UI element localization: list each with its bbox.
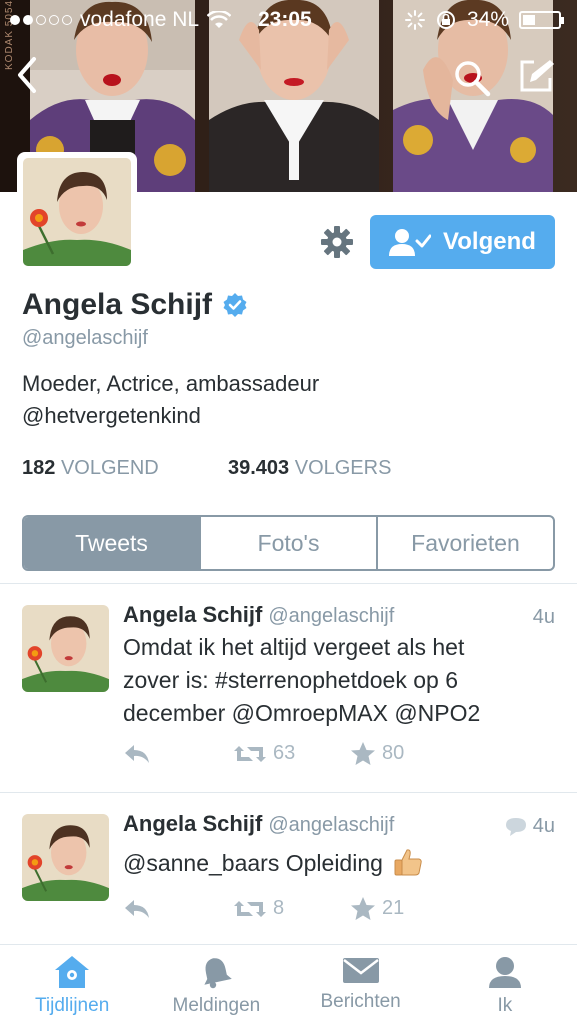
favorite-button[interactable]: 21: [350, 896, 404, 921]
tweet-actions: 8 21: [123, 896, 404, 921]
reply-icon: [125, 744, 149, 763]
retweet-icon: [234, 900, 266, 917]
retweet-count: 8: [273, 897, 285, 919]
reply-icon: [125, 899, 149, 918]
signal-dot: [36, 15, 46, 25]
retweet-count: 63: [273, 742, 296, 764]
envelope-icon: [342, 958, 379, 983]
retweet-button[interactable]: 63: [233, 742, 350, 765]
conversation-icon: [505, 817, 526, 836]
tweet-author: Angela Schijf @angelaschijf: [123, 602, 394, 628]
rotation-lock-icon: [436, 11, 455, 29]
tab-timelines[interactable]: Tijdlijnen: [0, 945, 144, 1024]
settings-button[interactable]: [319, 224, 355, 260]
tweet-time-text: 4u: [532, 815, 555, 837]
tweet-author-handle: @angelaschijf: [268, 605, 395, 627]
following-count: 182: [22, 457, 56, 479]
tweet-time-text: 4u: [532, 606, 555, 628]
signal-dot: [10, 15, 20, 25]
profile-handle: @angelaschijf: [22, 327, 148, 349]
bio-mention-link[interactable]: @hetvergetenkind: [22, 400, 552, 432]
tweet-text: Omdat ik het altijd vergeet als het zove…: [123, 631, 553, 730]
tweet-actions: 63 80: [123, 741, 404, 766]
favorite-count: 80: [382, 742, 405, 764]
compose-button[interactable]: [516, 56, 556, 96]
following-label: VOLGEND: [60, 457, 159, 479]
compose-icon: [520, 60, 554, 92]
search-button[interactable]: [452, 58, 492, 98]
profile-name: Angela Schijf: [22, 288, 248, 322]
signal-dot: [23, 15, 33, 25]
person-icon: [488, 957, 521, 988]
followers-count: 39.403: [228, 457, 290, 479]
bell-icon: [204, 958, 233, 989]
activity-spinner-icon: [404, 10, 425, 30]
tweet-text-line: @sanne_baars Opleiding: [123, 850, 383, 876]
followers-label: VOLGERS: [294, 457, 392, 479]
status-time: 23:05: [258, 8, 312, 31]
star-icon: [351, 742, 375, 765]
tweet-text-line: zover is: #sterrenophetdoek op 6: [123, 667, 458, 693]
signal-dot: [62, 15, 72, 25]
signal-dot: [49, 15, 59, 25]
bio-line-1: Moeder, Actrice, ambassadeur: [22, 371, 320, 396]
profile-avatar[interactable]: [17, 152, 137, 272]
tab-label: Tijdlijnen: [34, 995, 110, 1016]
following-button-label: Volgend: [443, 228, 536, 255]
thumbs-up-emoji-icon: [394, 849, 423, 876]
tweet-avatar[interactable]: [22, 814, 109, 901]
tab-me[interactable]: Ik: [433, 945, 577, 1024]
retweet-icon: [234, 745, 266, 762]
profile-stats: 182 VOLGEND 39.403 VOLGERS: [22, 457, 391, 480]
tweet-text-line: Omdat ik het altijd vergeet als het: [123, 634, 465, 660]
chevron-left-icon: [18, 57, 36, 93]
tab-label: Berichten: [320, 991, 401, 1012]
status-bar: vodafone NL 23:05 34%: [0, 0, 577, 38]
profile-bio: Moeder, Actrice, ambassadeur @hetvergete…: [22, 368, 552, 432]
favorite-count: 21: [382, 897, 405, 919]
back-button[interactable]: [12, 55, 42, 95]
segment-tweets[interactable]: Tweets: [24, 517, 199, 569]
search-icon: [455, 61, 491, 97]
status-right: 34%: [404, 8, 564, 32]
tweet-item[interactable]: Angela Schijf @angelaschijf 4u @sanne_baa…: [0, 793, 577, 943]
tweet-time: 4u: [505, 815, 555, 838]
tweet-item[interactable]: Angela Schijf @angelaschijf 4u Omdat ik h…: [0, 584, 577, 792]
tab-notifications[interactable]: Meldingen: [144, 945, 288, 1024]
gear-icon: [321, 226, 353, 258]
profile-segmented-control: Tweets Foto's Favorieten: [22, 515, 555, 571]
star-icon: [351, 897, 375, 920]
bottom-tab-bar: Tijdlijnen Meldingen Berichten Ik: [0, 944, 577, 1024]
battery-icon: [519, 11, 564, 29]
segment-favorites[interactable]: Favorieten: [376, 517, 553, 569]
home-icon: [55, 956, 90, 988]
tweet-author: Angela Schijf @angelaschijf: [123, 811, 394, 837]
tweet-text-line: december @OmroepMAX @NPO2: [123, 700, 481, 726]
reply-button[interactable]: [123, 898, 233, 920]
retweet-button[interactable]: 8: [233, 897, 350, 920]
tweet-text: @sanne_baars Opleiding: [123, 847, 553, 880]
tab-label: Meldingen: [172, 995, 261, 1016]
reply-button[interactable]: [123, 743, 233, 765]
user-check-icon: [389, 229, 432, 256]
following-stat[interactable]: 182 VOLGEND: [22, 457, 228, 480]
segment-photos[interactable]: Foto's: [199, 517, 376, 569]
tweet-author-name: Angela Schijf: [123, 811, 263, 836]
favorite-button[interactable]: 80: [350, 741, 404, 766]
tab-messages[interactable]: Berichten: [289, 945, 433, 1024]
following-button[interactable]: Volgend: [370, 215, 555, 269]
tweet-author-name: Angela Schijf: [123, 602, 263, 627]
wifi-icon: [207, 11, 232, 28]
tweet-author-handle: @angelaschijf: [268, 814, 395, 836]
carrier-label: vodafone NL: [80, 8, 200, 31]
battery-percent: 34%: [466, 8, 509, 31]
verified-badge-icon: [223, 293, 247, 317]
profile-name-text: Angela Schijf: [22, 288, 213, 321]
status-left: vodafone NL: [10, 8, 232, 32]
tweet-time: 4u: [533, 606, 555, 629]
tab-label: Ik: [497, 995, 513, 1016]
tweet-avatar[interactable]: [22, 605, 109, 692]
followers-stat[interactable]: 39.403 VOLGERS: [228, 457, 391, 480]
signal-strength-icon: [10, 15, 72, 25]
